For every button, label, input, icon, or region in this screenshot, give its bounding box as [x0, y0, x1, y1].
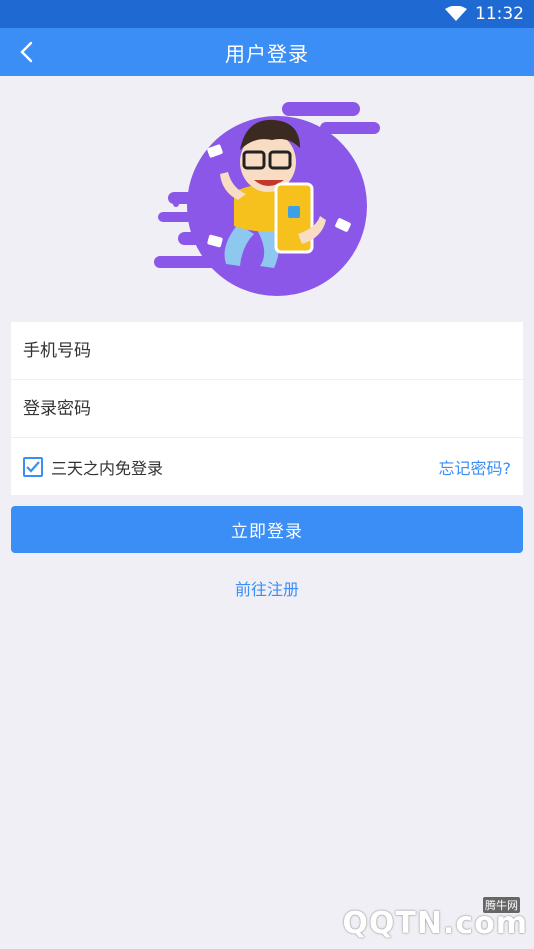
phone-input[interactable]: [23, 340, 511, 361]
register-link[interactable]: 前往注册: [0, 576, 534, 600]
watermark: 腾牛网 QQTN.com: [318, 895, 528, 945]
login-button[interactable]: 立即登录: [11, 506, 523, 553]
options-row: 三天之内免登录 忘记密码?: [11, 438, 523, 495]
watermark-brand: QQTN.com: [342, 906, 528, 941]
password-input[interactable]: [23, 398, 511, 419]
remember-toggle[interactable]: 三天之内免登录: [23, 455, 163, 479]
login-form: 三天之内免登录 忘记密码?: [11, 322, 523, 495]
phone-row: [11, 322, 523, 380]
back-button[interactable]: [12, 38, 40, 66]
chevron-left-icon: [20, 41, 33, 63]
wifi-icon: [445, 6, 467, 21]
checkmark-icon: [26, 460, 40, 473]
forgot-password-link[interactable]: 忘记密码?: [439, 455, 512, 479]
page-title: 用户登录: [225, 41, 309, 66]
nav-bar: 用户登录: [0, 28, 534, 76]
remember-label: 三天之内免登录: [51, 458, 164, 478]
hero-illustration: [154, 102, 380, 296]
status-time: 11:32: [475, 4, 524, 24]
status-bar: 11:32: [0, 0, 534, 28]
password-row: [11, 380, 523, 438]
remember-checkbox[interactable]: [23, 456, 43, 477]
